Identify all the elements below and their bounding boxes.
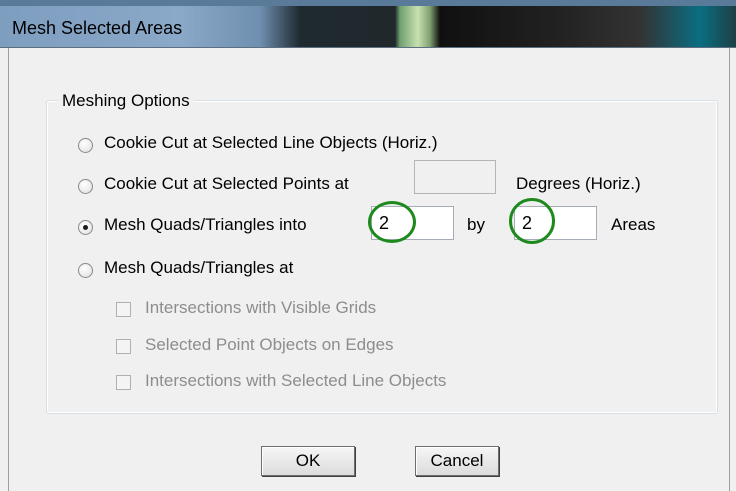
degrees-input[interactable] [414,160,496,194]
mesh-divisions-1-input[interactable]: 2 [371,206,454,240]
group-label: Meshing Options [58,91,194,111]
radio-mesh-into[interactable] [78,220,93,235]
point-objects-edges-label: Selected Point Objects on Edges [145,335,394,354]
areas-label: Areas [611,215,656,234]
radio-cookie-cut-points[interactable] [78,179,93,194]
option-mesh-at-label[interactable]: Mesh Quads/Triangles at [104,258,293,278]
selected-line-objects-label: Intersections with Selected Line Objects [145,371,447,390]
degrees-label: Degrees (Horiz.) [516,174,641,193]
by-label: by [467,215,485,234]
window-title: Mesh Selected Areas [12,18,183,38]
cancel-button[interactable]: Cancel [415,446,499,476]
title-bar[interactable]: Mesh Selected Areas [0,0,736,48]
option-cookie-cut-lines-label[interactable]: Cookie Cut at Selected Line Objects (Hor… [104,133,438,153]
checkbox-visible-grids[interactable] [116,302,131,317]
option-mesh-into-label[interactable]: Mesh Quads/Triangles into [104,215,307,235]
checkbox-selected-line-objects[interactable] [116,375,131,390]
mesh-divisions-2-input[interactable]: 2 [514,206,597,240]
ok-button[interactable]: OK [261,446,355,476]
option-cookie-cut-points-label[interactable]: Cookie Cut at Selected Points at [104,174,349,194]
radio-mesh-at[interactable] [78,263,93,278]
visible-grids-label: Intersections with Visible Grids [145,298,377,317]
radio-cookie-cut-lines[interactable] [78,138,93,153]
checkbox-point-objects-edges[interactable] [116,339,131,354]
